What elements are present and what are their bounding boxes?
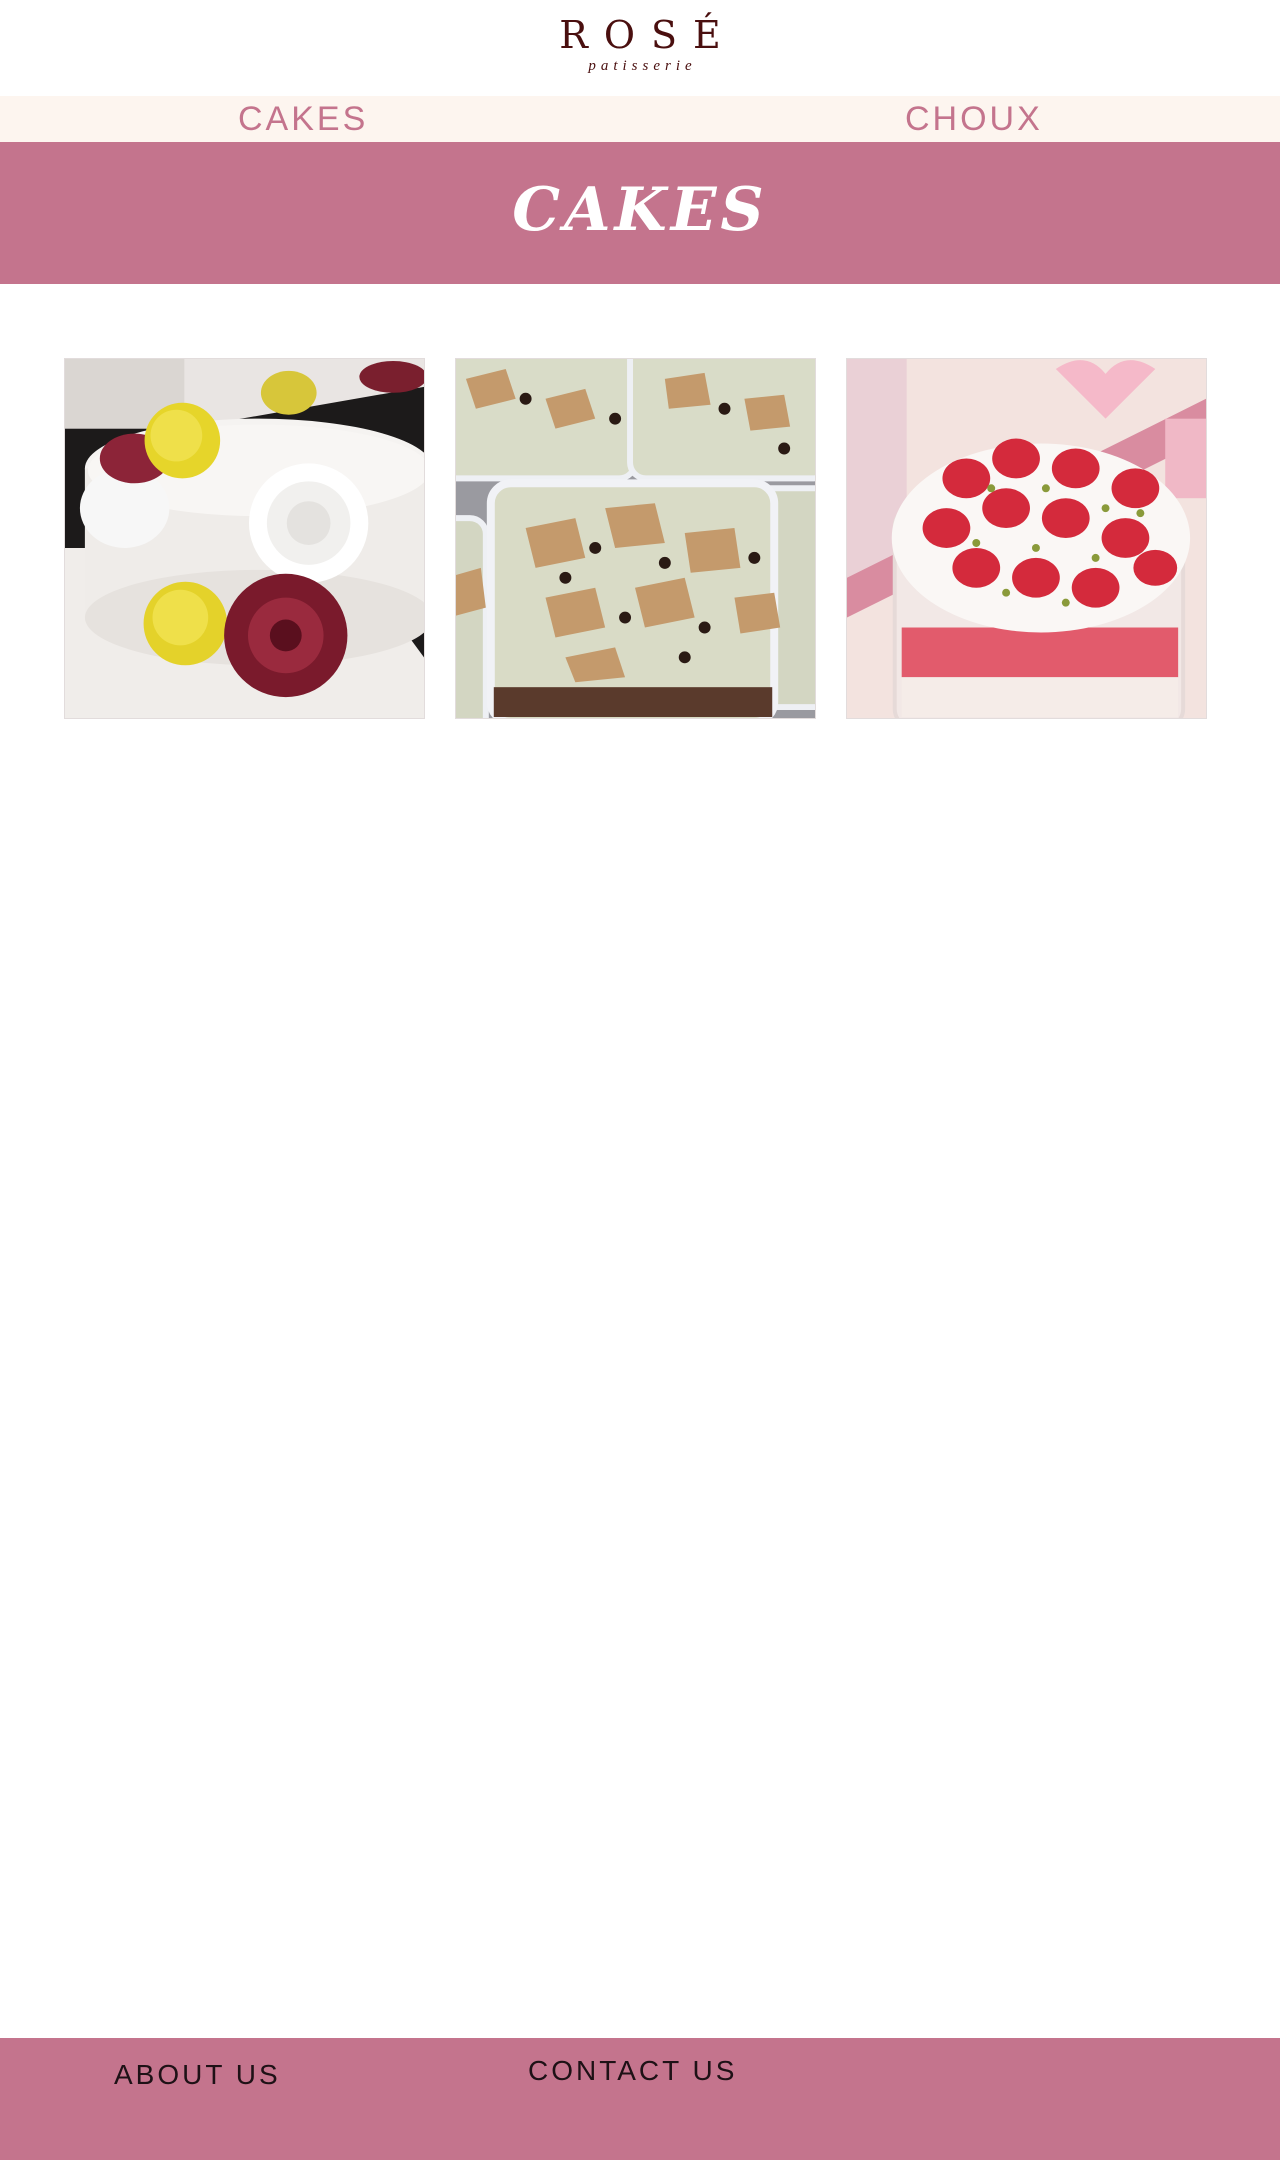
brand-logo[interactable]: ROSÉ patisserie xyxy=(540,10,740,74)
footer-link-about-us[interactable]: ABOUT US xyxy=(114,2058,281,2092)
nav-item-choux[interactable]: CHOUX xyxy=(905,96,1043,142)
brand-name: ROSÉ xyxy=(559,13,737,57)
strawberry-cake-box-image xyxy=(847,359,1206,718)
white-flower-cake-image xyxy=(65,359,424,718)
product-card-cookie-crumble-cake[interactable] xyxy=(455,358,816,719)
product-card-strawberry-cake[interactable] xyxy=(846,358,1207,719)
brand-tagline: patisserie xyxy=(588,58,697,74)
footer-link-contact-us[interactable]: CONTACT US xyxy=(528,2054,737,2088)
product-card-white-flower-cake[interactable] xyxy=(64,358,425,719)
site-footer: ABOUT US CONTACT US xyxy=(0,2038,1280,2160)
nav-item-cakes[interactable]: CAKES xyxy=(238,96,368,142)
cookie-crumble-cake-boxes-image xyxy=(456,359,815,718)
page-title: CAKES xyxy=(512,175,768,245)
category-banner: CAKES xyxy=(0,142,1280,284)
site-header: ROSÉ patisserie xyxy=(0,0,1280,96)
category-nav: CAKES CHOUX xyxy=(0,96,1280,142)
